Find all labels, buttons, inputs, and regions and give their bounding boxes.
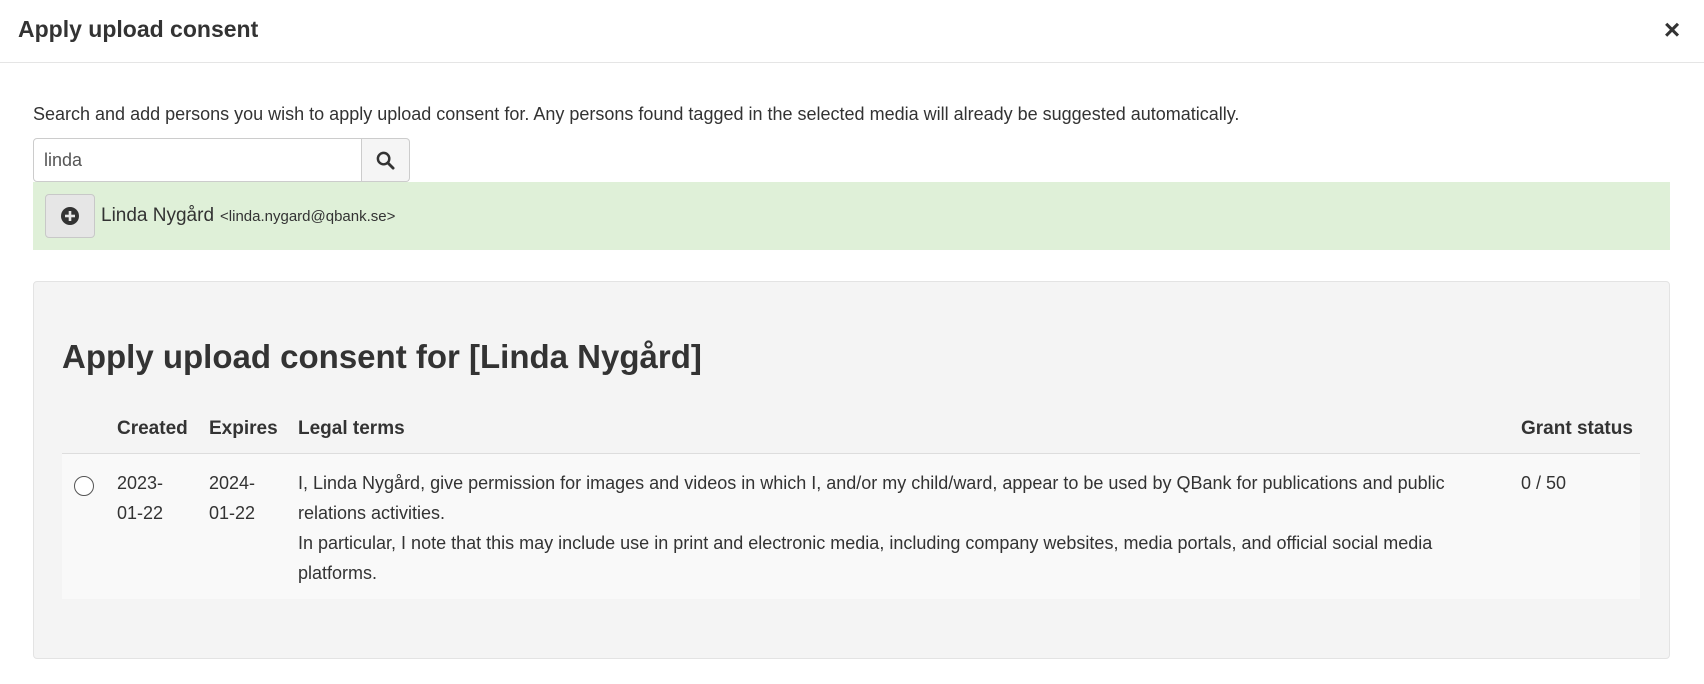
legal-terms-paragraph: In particular, I note that this may incl… <box>298 533 1433 583</box>
person-name: Linda Nygård <box>101 205 215 226</box>
column-expires: Expires <box>209 418 278 439</box>
column-grant-status: Grant status <box>1521 418 1633 439</box>
grant-status: 0 / 50 <box>1521 473 1567 493</box>
column-created: Created <box>117 418 188 439</box>
consent-table: Created Expires Legal terms Grant status… <box>62 404 1640 599</box>
plus-circle-icon <box>61 207 79 225</box>
consent-radio[interactable] <box>74 476 94 496</box>
search-input[interactable] <box>33 138 362 182</box>
search-icon <box>376 151 395 170</box>
person-email: <linda.nygard@qbank.se> <box>220 207 396 225</box>
consent-panel: Apply upload consent for [Linda Nygård] … <box>33 281 1670 659</box>
legal-terms-text: I, Linda Nygård, give permission for ima… <box>298 468 1488 588</box>
consent-title: Apply upload consent for [Linda Nygård] <box>62 338 702 375</box>
column-legal-terms: Legal terms <box>298 418 405 439</box>
created-date-part: 01-22 <box>117 503 164 523</box>
modal-header: Apply upload consent × <box>0 0 1704 63</box>
expires-date: 2024- 01-22 <box>209 468 255 528</box>
modal-title: Apply upload consent <box>18 16 259 42</box>
created-date-part: 2023- <box>117 473 164 493</box>
expires-date-part: 01-22 <box>209 503 256 523</box>
legal-terms-paragraph: I, Linda Nygård, give permission for ima… <box>298 473 1445 523</box>
table-row: 2023- 01-22 2024- 01-22 I, Linda Nygård,… <box>62 454 1640 599</box>
expires-date-part: 2024- <box>209 473 256 493</box>
add-person-button[interactable] <box>45 194 95 238</box>
search-button[interactable] <box>362 138 410 182</box>
created-date: 2023- 01-22 <box>117 468 163 528</box>
person-result-row: Linda Nygård <linda.nygard@qbank.se> <box>33 182 1670 250</box>
intro-text: Search and add persons you wish to apply… <box>33 104 1240 124</box>
search-group <box>33 138 410 182</box>
table-header: Created Expires Legal terms Grant status <box>62 404 1640 454</box>
close-icon[interactable]: × <box>1660 16 1684 44</box>
